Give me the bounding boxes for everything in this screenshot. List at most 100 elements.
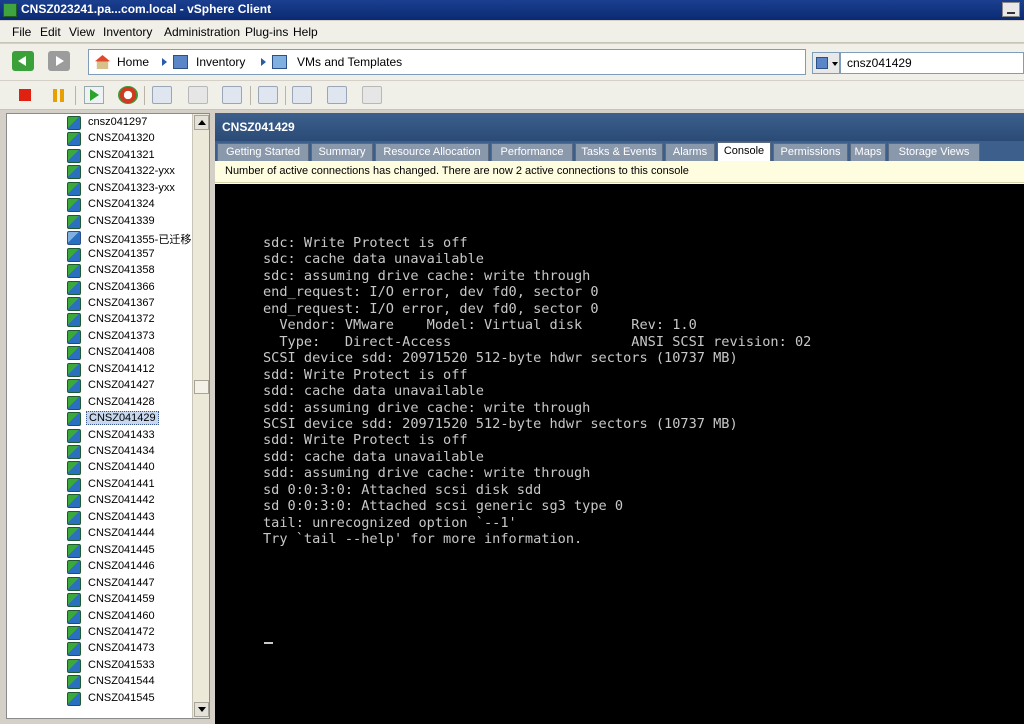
inventory-tree[interactable]: cnsz041297 CNSZ041320 CNSZ041321 CNSZ041322… [6, 113, 210, 719]
tab-storage-views[interactable]: Storage Views [888, 143, 980, 161]
console-line: SCSI device sdd: 20971520 512-byte hdwr … [263, 350, 738, 367]
tree-item[interactable]: CNSZ041372 [67, 312, 197, 328]
vm-console[interactable]: sdc: Write Protect is off sdc: cache data… [215, 184, 1024, 724]
tree-item-label: CNSZ041408 [88, 346, 155, 359]
tab-getting-started[interactable]: Getting Started [217, 143, 309, 161]
tree-item-label: CNSZ041434 [88, 445, 155, 457]
tree-scrollbar[interactable] [192, 114, 209, 718]
menu-file[interactable]: File [12, 25, 31, 39]
back-arrow-icon[interactable] [12, 51, 34, 71]
tree-item[interactable]: CNSZ041339 [67, 214, 197, 230]
tree-item[interactable]: CNSZ041544 [67, 674, 197, 690]
tree-item[interactable]: CNSZ041320 [67, 131, 197, 147]
vm-icon [67, 247, 81, 262]
menu-view[interactable]: View [69, 25, 95, 39]
tab-performance[interactable]: Performance [491, 143, 573, 161]
tree-item[interactable]: CNSZ041447 [67, 576, 197, 592]
breadcrumb-vms-and-templates[interactable]: VMs and Templates [297, 55, 402, 69]
console-line: Vendor: VMware Model: Virtual disk Rev: … [263, 317, 697, 334]
vm-icon [67, 231, 81, 246]
tree-item[interactable]: CNSZ041434 [67, 444, 197, 460]
tree-item[interactable]: CNSZ041473 [67, 641, 197, 657]
tree-item[interactable]: CNSZ041427 [67, 378, 197, 394]
breadcrumb-inventory[interactable]: Inventory [196, 55, 245, 69]
tab-summary[interactable]: Summary [311, 143, 373, 161]
vsphere-app-icon [3, 3, 17, 17]
tree-item[interactable]: CNSZ041443 [67, 510, 197, 526]
tree-item[interactable]: CNSZ041459 [67, 592, 197, 608]
menu-administration[interactable]: Administration [164, 25, 240, 39]
search-input[interactable] [840, 52, 1024, 74]
tree-item[interactable]: CNSZ041358 [67, 263, 197, 279]
tree-item[interactable]: CNSZ041446 [67, 559, 197, 575]
breadcrumb: Home Inventory VMs and Templates [88, 49, 806, 75]
menu-edit[interactable]: Edit [40, 25, 61, 39]
tree-item[interactable]: CNSZ041433 [67, 428, 197, 444]
toolbar-divider [144, 86, 145, 105]
vm-icon [67, 296, 81, 311]
console-cursor [264, 642, 273, 644]
tree-item[interactable]: CNSZ041445 [67, 543, 197, 559]
tree-item-label: CNSZ041473 [88, 642, 155, 655]
vm-icon [67, 395, 81, 410]
tab-resource-allocation[interactable]: Resource Allocation [375, 143, 489, 161]
edit-settings-icon[interactable] [292, 86, 312, 104]
vm-icon [67, 642, 81, 657]
tree-item[interactable]: CNSZ041545 [67, 691, 197, 707]
scroll-down-icon[interactable] [194, 702, 209, 717]
tree-item[interactable]: CNSZ041429 [67, 411, 197, 427]
tree-item[interactable]: CNSZ041472 [67, 625, 197, 641]
minimize-button[interactable] [1002, 2, 1020, 17]
tree-item[interactable]: CNSZ041366 [67, 280, 197, 296]
tree-item[interactable]: CNSZ041323-yxx [67, 181, 197, 197]
tab-permissions[interactable]: Permissions [773, 143, 848, 161]
tree-item[interactable]: CNSZ041440 [67, 460, 197, 476]
tree-item-label: CNSZ041367 [88, 296, 155, 309]
power-off-icon[interactable] [16, 86, 36, 104]
forward-arrow-icon[interactable] [48, 51, 70, 71]
search-scope-dropdown[interactable] [812, 52, 840, 74]
tree-item[interactable]: CNSZ041367 [67, 296, 197, 312]
tree-item[interactable]: CNSZ041533 [67, 658, 197, 674]
menu-plugins[interactable]: Plug-ins [245, 25, 288, 39]
tree-item[interactable]: CNSZ041441 [67, 477, 197, 493]
tab-alarms[interactable]: Alarms [665, 143, 715, 161]
tab-tasks-events[interactable]: Tasks & Events [575, 143, 663, 161]
clone-icon[interactable] [362, 86, 382, 104]
tree-item[interactable]: CNSZ041321 [67, 148, 197, 164]
tree-item[interactable]: CNSZ041357 [67, 247, 197, 263]
tree-item-label: CNSZ041358 [88, 264, 155, 277]
migrate-icon[interactable] [327, 86, 347, 104]
tree-item[interactable]: CNSZ041324 [67, 197, 197, 213]
tree-item[interactable]: CNSZ041322-yxx [67, 164, 197, 180]
menu-help[interactable]: Help [293, 25, 318, 39]
toolbar-divider [250, 86, 251, 105]
breadcrumb-arrow-icon[interactable] [261, 58, 266, 66]
tree-item[interactable]: CNSZ041444 [67, 526, 197, 542]
menu-inventory[interactable]: Inventory [103, 25, 152, 39]
console-icon[interactable] [258, 86, 278, 104]
power-on-icon[interactable] [84, 86, 104, 104]
tree-item[interactable]: CNSZ041373 [67, 329, 197, 345]
vm-header: CNSZ041429 [215, 113, 1024, 141]
revert-snapshot-icon[interactable] [188, 86, 208, 104]
vm-icon [67, 181, 81, 196]
breadcrumb-arrow-icon[interactable] [162, 58, 167, 66]
tree-item[interactable]: CNSZ041412 [67, 362, 197, 378]
suspend-icon[interactable] [50, 86, 70, 104]
snapshot-icon[interactable] [152, 86, 172, 104]
scroll-thumb[interactable] [194, 380, 209, 394]
snapshot-manager-icon[interactable] [222, 86, 242, 104]
tree-item[interactable]: CNSZ041442 [67, 493, 197, 509]
vm-icon [67, 445, 81, 459]
tab-console[interactable]: Console [717, 142, 771, 161]
tab-maps[interactable]: Maps [850, 143, 886, 161]
tree-item[interactable]: CNSZ041428 [67, 395, 197, 411]
breadcrumb-home[interactable]: Home [117, 55, 149, 69]
tree-item[interactable]: CNSZ041408 [67, 345, 197, 361]
tree-item[interactable]: CNSZ041355-已迁移 [67, 230, 197, 246]
tree-item[interactable]: CNSZ041460 [67, 609, 197, 625]
reset-icon[interactable] [118, 86, 138, 104]
scroll-up-icon[interactable] [194, 115, 209, 130]
tree-item[interactable]: cnsz041297 [67, 115, 197, 131]
